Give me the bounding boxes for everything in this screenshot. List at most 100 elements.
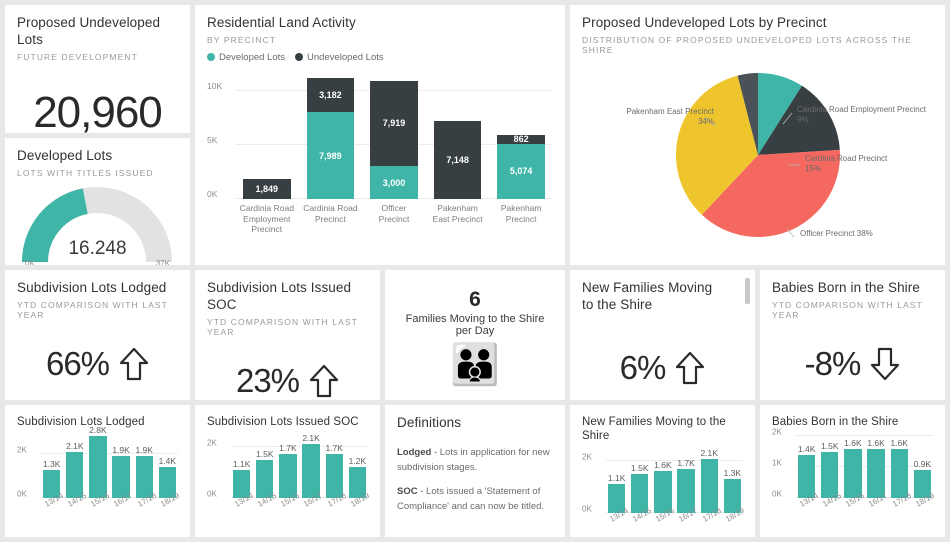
card-title: Developed Lots	[17, 148, 113, 163]
column-chart: 0K 2K 1.1K 1.5K 1.6K 1.7K 2.1K 1.3K 13/14 14/15 1…	[582, 448, 746, 525]
bar-segment[interactable]: 7,148	[433, 121, 482, 199]
chart-card-subdivision-lots-issued-soc[interactable]: Subdivision Lots Issued SOC 0K 2K 1.1K 1.5K…	[195, 405, 380, 537]
card-scrollbar[interactable]	[745, 278, 750, 304]
bar-value-label: 2.1K	[66, 440, 84, 451]
bar-value-label: 3,182	[319, 90, 342, 101]
pie-callout-label: Officer Precinct 38%	[800, 228, 873, 238]
y-axis-tick: 0K	[772, 489, 782, 499]
stacked-bar-column[interactable]: 1,849	[242, 178, 291, 199]
y-axis-tick: 0K	[207, 188, 218, 199]
residential-land-activity-card[interactable]: Residential Land Activity BY PRECINCT De…	[195, 5, 565, 265]
bar-column[interactable]: 2.1K	[700, 448, 718, 513]
gauge-max-label: 37K	[155, 258, 170, 265]
bar-column[interactable]: 1.6K	[890, 438, 908, 499]
card-subtitle: FUTURE DEVELOPMENT	[17, 51, 138, 62]
gauge-min-label: 0K	[25, 258, 35, 265]
kpi-value-row: 23%	[207, 349, 368, 400]
definitions-body: Lodged - Lots in application for new sub…	[397, 446, 553, 515]
bar-segment[interactable]: 7,919	[370, 80, 418, 167]
card-subtitle: YTD COMPARISON WITH LAST YEAR	[772, 299, 923, 320]
kpi-new-families-moving[interactable]: New Families Moving to the Shire 6%	[570, 270, 755, 400]
legend-label: Developed Lots	[219, 51, 286, 63]
column-chart-x-axis: 13/14 14/15 15/16 16/17 17/18 18/19	[233, 491, 371, 510]
families-per-day-card[interactable]: 6 Families Moving to the Shire per Day 👪	[385, 270, 565, 400]
pie-chart: Cardinia Road Employment Precinct 9% Car…	[582, 57, 933, 257]
bar-value-label: 2.1K	[700, 447, 718, 458]
definition-term: SOC	[397, 486, 418, 498]
kpi-subdivision-lots-issued-soc[interactable]: Subdivision Lots Issued SOC YTD COMPARIS…	[195, 270, 380, 400]
bar-segment[interactable]: 3,000	[370, 166, 418, 199]
pie-callout-label: Pakenham East Precinct	[626, 106, 714, 116]
bar-column[interactable]: 2.8K	[89, 425, 107, 499]
dashboard-root: Proposed Undeveloped Lots FUTURE DEVELOP…	[0, 0, 950, 542]
bar-value-label: 1.1K	[232, 458, 251, 469]
legend-dot-developed-icon	[207, 53, 215, 62]
kpi-value: 23%	[235, 361, 300, 399]
bar-value-label: 862	[513, 134, 529, 145]
bar-value-label: 5,074	[509, 166, 533, 177]
bar-value-label: 1.9K	[135, 445, 153, 456]
bar-segment[interactable]: 5,074	[497, 143, 546, 199]
card-subtitle: DISTRIBUTION OF PROPOSED UNDEVELOPED LOT…	[582, 34, 913, 55]
x-axis-label: Cardinia Road Precinct	[303, 202, 358, 224]
chart-card-new-families-moving[interactable]: New Families Moving to the Shire 0K 2K 1.1…	[570, 405, 755, 537]
column-chart-x-axis: 13/14 14/15 15/16 16/17 17/18 18/19	[43, 491, 181, 510]
bar-column[interactable]: 2.1K	[302, 433, 320, 499]
bar[interactable]	[89, 436, 107, 499]
pie-callout-label: Cardinia Road Precinct	[805, 153, 888, 163]
bar-value-label: 1.7K	[279, 443, 297, 454]
x-axis-label: Pakenham Precinct	[500, 202, 542, 224]
column-chart: 0K 2K 1.1K 1.5K 1.7K 2.1K 1.7K 1.2K 13/14 14/15 1…	[207, 433, 371, 510]
stacked-bar-column[interactable]: 862 5,074	[497, 134, 546, 199]
kpi-value: 6%	[619, 348, 667, 386]
pie-callout-percent: 15%	[805, 164, 822, 174]
proposed-lots-by-precinct-card[interactable]: Proposed Undeveloped Lots by Precinct DI…	[570, 5, 945, 265]
pie-callout-percent: 34%	[697, 117, 714, 127]
column-chart: 0K 1K 2K 1.4K 1.5K 1.6K 1.6K 1.6K 0.9K 13/14 14/1…	[772, 428, 936, 510]
legend-item-undeveloped[interactable]: Undeveloped Lots	[295, 52, 384, 63]
y-axis-tick: 10K	[207, 80, 223, 91]
definitions-card[interactable]: Definitions Lodged - Lots in application…	[385, 405, 565, 537]
developed-lots-gauge-card[interactable]: Developed Lots LOTS WITH TITLES ISSUED 1…	[5, 138, 190, 265]
kpi-babies-born[interactable]: Babies Born in the Shire YTD COMPARISON …	[760, 270, 945, 400]
chart-legend: Developed Lots Undeveloped Lots	[207, 52, 553, 63]
chart-card-babies-born[interactable]: Babies Born in the Shire 0K 1K 2K 1.4K 1.5K 1…	[760, 405, 945, 537]
arrow-up-icon	[309, 364, 339, 397]
column-chart-plot: 0K 2K 1.3K 2.1K 2.8K 1.9K 1.9K 1.4K	[17, 425, 178, 499]
legend-item-developed[interactable]: Developed Lots	[207, 52, 285, 63]
column-chart-plot: 0K 2K 1.1K 1.5K 1.6K 1.7K 2.1K 1.3K	[582, 448, 743, 513]
gauge-value: 16.248	[68, 237, 127, 259]
column-chart-x-axis: 13/14 14/15 15/16 16/17 17/18 18/19	[608, 506, 746, 525]
y-axis-tick: 1K	[772, 458, 782, 468]
bar-value-label: 1,849	[255, 183, 279, 194]
family-illustration-icon: 👪	[450, 343, 500, 387]
y-axis-tick: 0K	[582, 504, 592, 514]
bar[interactable]	[302, 444, 320, 499]
stacked-bar-column[interactable]: 7,148	[433, 121, 482, 199]
chart-card-subdivision-lots-lodged[interactable]: Subdivision Lots Lodged 0K 2K 1.3K 2.1K 2.8K…	[5, 405, 190, 537]
y-axis-tick: 0K	[207, 489, 217, 499]
column-chart-plot: 0K 2K 1.1K 1.5K 1.7K 2.1K 1.7K 1.2K	[207, 433, 368, 499]
bar-segment[interactable]: 3,182	[306, 77, 355, 113]
bar-group: 1.3K 2.1K 2.8K 1.9K 1.9K 1.4K	[43, 425, 176, 499]
y-axis-tick: 2K	[17, 445, 27, 455]
bar[interactable]	[700, 458, 718, 513]
bar-segment[interactable]: 862	[497, 134, 546, 145]
card-subtitle: YTD COMPARISON WITH LAST YEAR	[207, 316, 358, 337]
kpi-subdivision-lots-lodged[interactable]: Subdivision Lots Lodged YTD COMPARISON W…	[5, 270, 190, 400]
bar[interactable]	[890, 448, 908, 499]
bar-group: 1.1K 1.5K 1.7K 2.1K 1.7K 1.2K	[233, 433, 366, 499]
stacked-bar-column[interactable]: 7,919 3,000	[370, 80, 418, 199]
stacked-bar-column[interactable]: 3,182 7,989	[306, 77, 355, 199]
bar-value-label: 1.1K	[607, 473, 626, 484]
bar-value-label: 7,148	[446, 155, 469, 166]
proposed-undeveloped-lots-card[interactable]: Proposed Undeveloped Lots FUTURE DEVELOP…	[5, 5, 190, 133]
bar-segment[interactable]: 7,989	[306, 112, 355, 199]
bar-segment[interactable]: 1,849	[242, 178, 291, 199]
card-title: Babies Born in the Shire	[772, 416, 899, 428]
kpi-value-row: -8%	[772, 332, 933, 396]
y-axis-tick: 2K	[582, 452, 592, 462]
pie-callout-label: Cardinia Road Employment Precinct	[797, 104, 926, 114]
bar-value-label: 1.6K	[890, 437, 908, 448]
y-axis-tick: 2K	[772, 427, 782, 437]
